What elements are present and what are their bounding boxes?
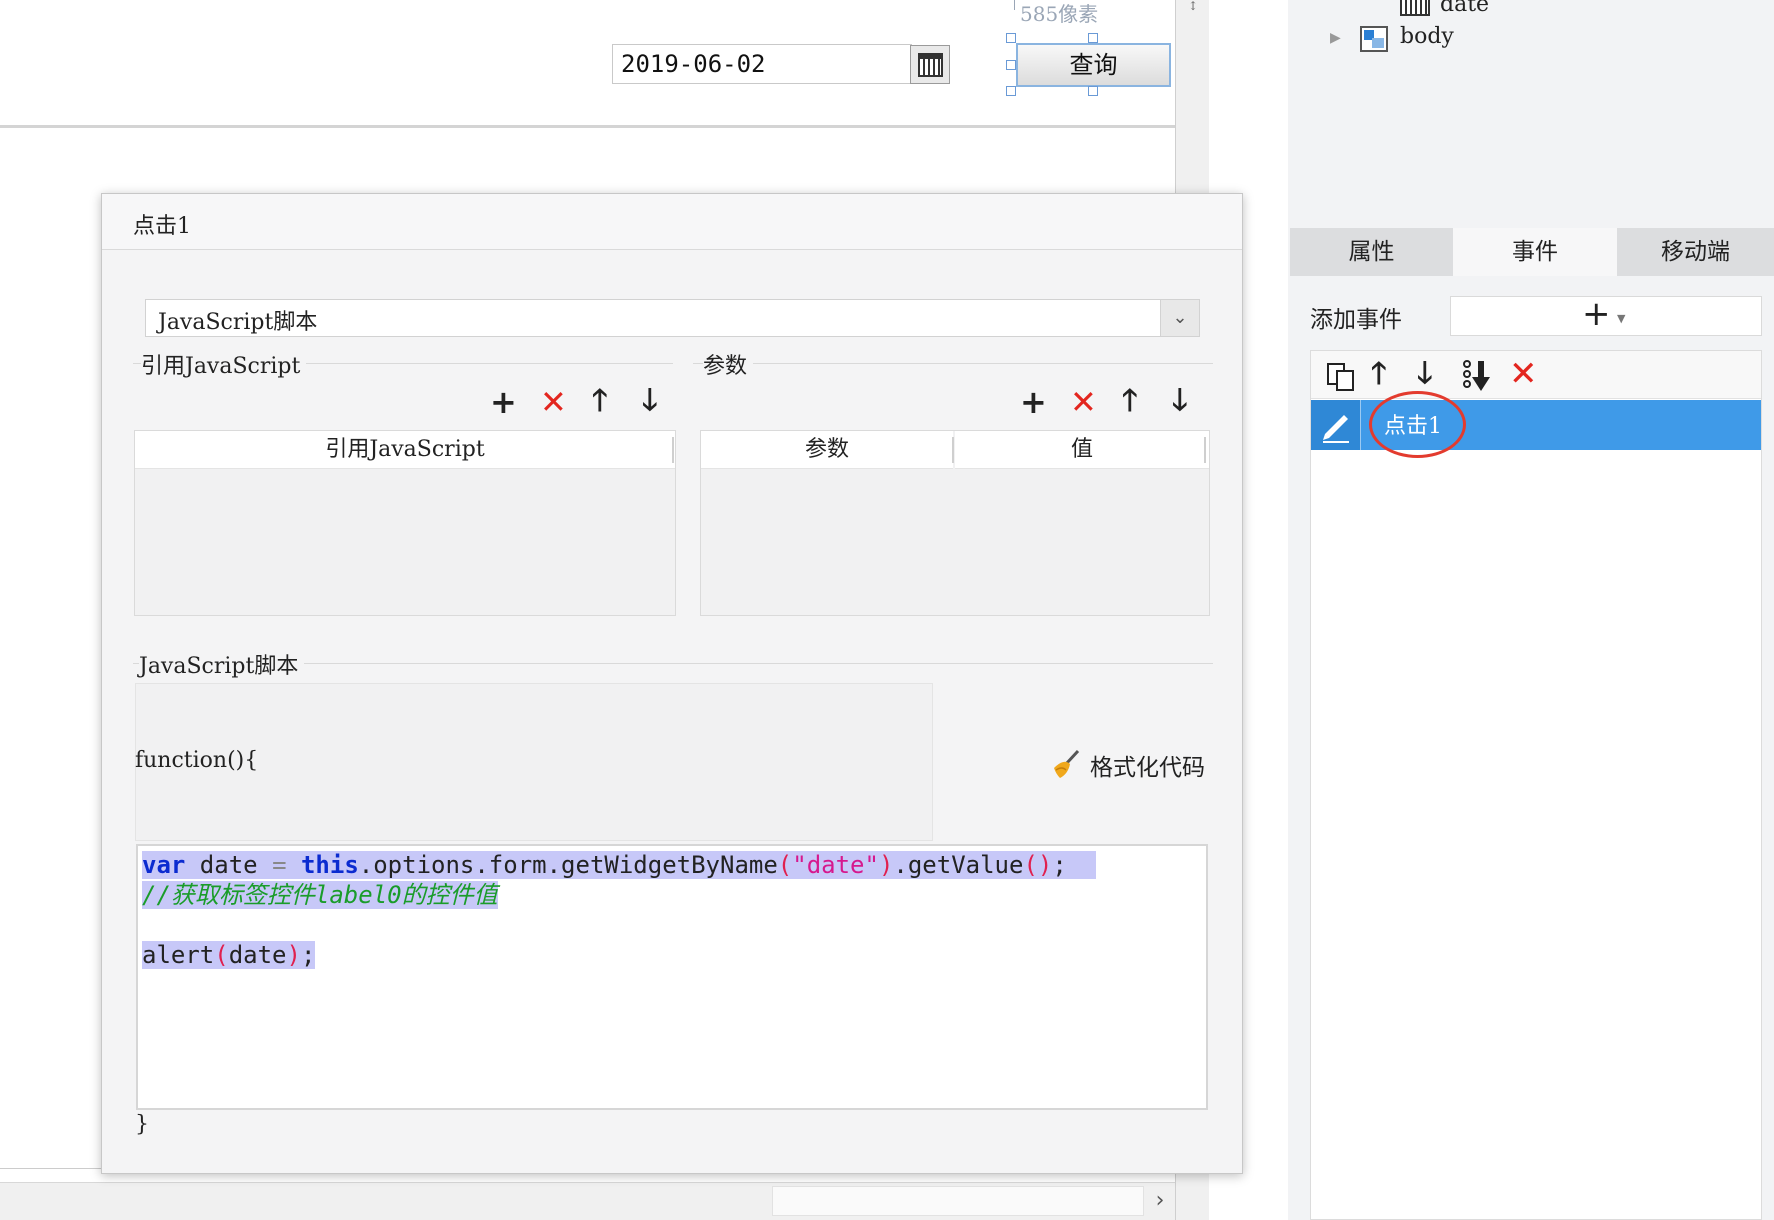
params-table: 参数 值 <box>700 430 1210 616</box>
move-to-bottom-icon[interactable] <box>1461 359 1495 393</box>
delete-param-icon[interactable]: ✕ <box>1070 386 1097 418</box>
resize-handle-tl[interactable] <box>1006 33 1016 43</box>
move-up-icon[interactable]: 🡑 <box>1371 359 1387 389</box>
calendar-icon <box>918 53 943 77</box>
expand-arrow-icon[interactable]: ▶ <box>1330 30 1341 46</box>
ruler-tick <box>1014 0 1015 10</box>
expand-icon[interactable]: ↕ <box>1183 0 1203 12</box>
add-event-plus-icon[interactable]: + <box>1582 294 1611 334</box>
add-ref-js-icon[interactable]: + <box>490 386 517 418</box>
annotation-circle <box>1369 391 1466 458</box>
format-code-button[interactable]: 格式化代码 <box>1090 748 1205 782</box>
copy-icon[interactable] <box>1326 362 1356 392</box>
param-column-header[interactable]: 参数 <box>701 431 953 469</box>
code-line-1: var date = this.options.form.getWidgetBy… <box>142 850 1096 880</box>
add-param-icon[interactable]: + <box>1020 386 1047 418</box>
tab-properties[interactable]: 属性 <box>1290 228 1453 276</box>
body-layout-icon <box>1360 26 1388 52</box>
scroll-right-icon[interactable]: › <box>1150 1188 1170 1214</box>
delete-ref-js-icon[interactable]: ✕ <box>540 386 567 418</box>
horizontal-scrollbar-thumb[interactable] <box>772 1186 1144 1216</box>
column-separator <box>1204 437 1206 463</box>
value-column-header[interactable]: 值 <box>955 431 1209 469</box>
tab-mobile[interactable]: 移动端 <box>1617 228 1774 276</box>
chevron-down-icon[interactable]: ⌄ <box>1160 300 1199 336</box>
canvas-divider <box>0 125 1175 128</box>
ref-js-column-header[interactable]: 引用JavaScript <box>135 431 675 469</box>
delete-icon[interactable]: ✕ <box>1509 357 1538 391</box>
code-line-2: //获取标签控件label0的控件值 <box>142 881 498 909</box>
date-input[interactable]: 2019-06-02 <box>612 44 912 84</box>
calendar-button[interactable] <box>910 45 950 84</box>
params-section-label: 参数 <box>703 348 754 380</box>
move-down-icon[interactable]: 🡓 <box>1417 359 1433 389</box>
function-open: function(){ <box>135 748 259 773</box>
tree-item-body[interactable]: body <box>1400 24 1454 49</box>
move-up-ref-js-icon[interactable]: 🡑 <box>592 386 608 416</box>
event-type-value: JavaScript脚本 <box>158 310 318 335</box>
tree-item-date[interactable]: date <box>1440 0 1489 17</box>
resize-handle-bl[interactable] <box>1006 86 1016 96</box>
section-divider <box>693 363 1213 364</box>
query-button[interactable]: 查询 <box>1016 43 1171 87</box>
move-down-ref-js-icon[interactable]: 🡓 <box>642 386 658 416</box>
resize-handle-ml[interactable] <box>1006 60 1016 70</box>
ref-js-section-label: 引用JavaScript <box>141 348 307 380</box>
resize-handle-tc[interactable] <box>1088 33 1098 43</box>
code-line-4: alert(date); <box>142 941 316 969</box>
edit-pencil-icon[interactable] <box>1311 400 1361 450</box>
move-down-param-icon[interactable]: 🡓 <box>1172 386 1188 416</box>
resize-handle-bc[interactable] <box>1088 86 1098 96</box>
events-toolbar: 🡑 🡓 ✕ <box>1311 351 1761 399</box>
tab-events[interactable]: 事件 <box>1453 228 1617 276</box>
dialog-title: 点击1 <box>133 214 191 239</box>
date-widget-icon <box>1400 0 1430 16</box>
panel-tabs: 属性 事件 移动端 <box>1290 228 1774 276</box>
column-separator <box>952 437 954 463</box>
events-list <box>1310 350 1762 1220</box>
script-section-label: JavaScript脚本 <box>139 648 305 680</box>
move-up-param-icon[interactable]: 🡑 <box>1122 386 1138 416</box>
dialog-title-bar[interactable] <box>102 194 1242 250</box>
pixel-ruler-label: 585像素 <box>1020 2 1099 26</box>
column-separator <box>672 437 674 463</box>
function-close: } <box>135 1112 149 1137</box>
add-event-label: 添加事件 <box>1310 307 1402 333</box>
dropdown-caret-icon[interactable]: ▼ <box>1617 312 1625 325</box>
broom-icon[interactable] <box>1050 748 1082 780</box>
ref-js-table: 引用JavaScript <box>134 430 676 616</box>
